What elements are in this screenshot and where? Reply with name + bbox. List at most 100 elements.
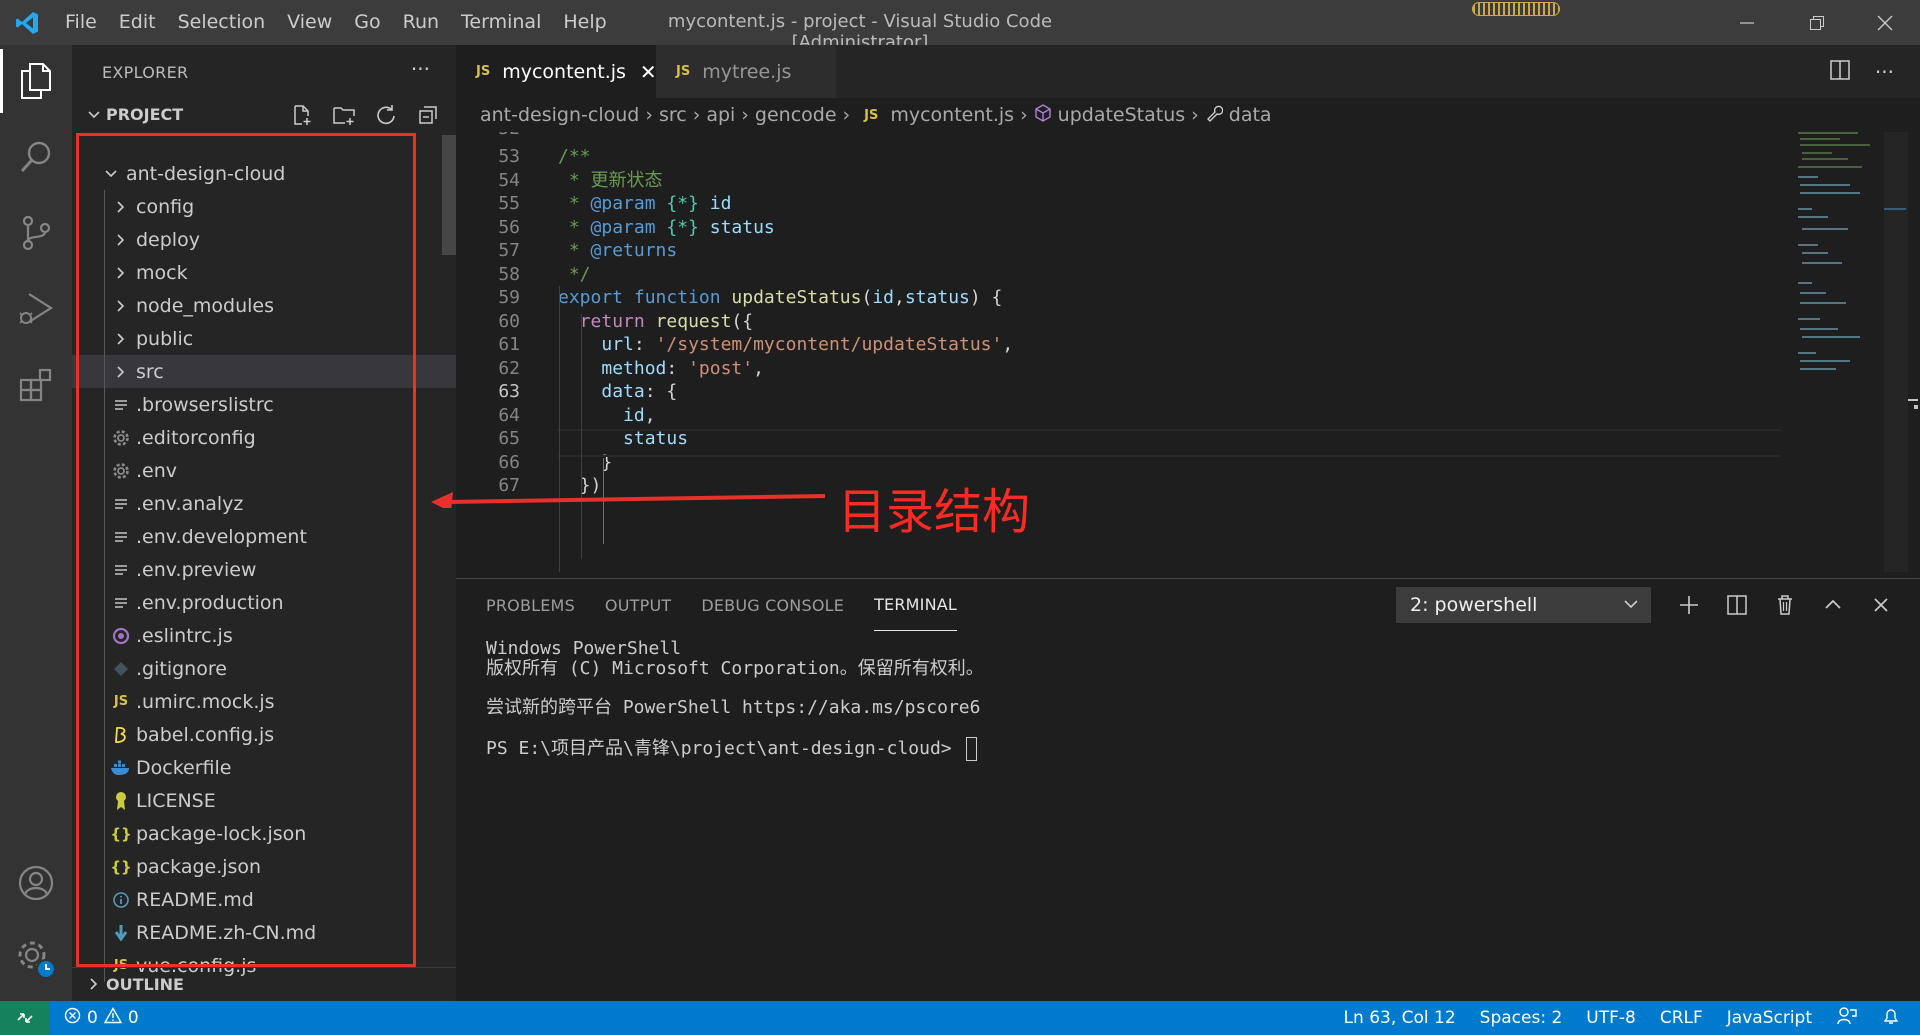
minimize-button[interactable] — [1712, 0, 1782, 45]
drag-grip-icon[interactable] — [1472, 2, 1560, 16]
split-terminal-icon[interactable] — [1724, 592, 1750, 618]
explorer-title: EXPLORER — [102, 63, 189, 82]
terminal-select[interactable]: 2: powershell — [1396, 587, 1651, 623]
outline-section-header[interactable]: OUTLINE — [72, 967, 456, 1000]
minimap[interactable] — [1788, 132, 1908, 578]
menu-item-go[interactable]: Go — [343, 0, 391, 45]
indentation[interactable]: Spaces: 2 — [1480, 1008, 1563, 1028]
tab-label: mytree.js — [702, 60, 792, 83]
menu-item-edit[interactable]: Edit — [108, 0, 167, 45]
new-file-icon[interactable] — [284, 100, 320, 130]
chevron-right-icon — [72, 977, 106, 991]
chevron-down-icon — [72, 108, 106, 122]
remote-indicator-icon[interactable] — [0, 1001, 50, 1035]
js-file-icon: JS — [864, 107, 879, 123]
search-icon[interactable] — [0, 121, 72, 193]
new-terminal-icon[interactable] — [1676, 592, 1702, 618]
project-section-label: PROJECT — [106, 105, 184, 124]
error-icon — [64, 1007, 81, 1029]
editor-actions: ··· — [1829, 45, 1920, 98]
notifications-bell-icon[interactable] — [1882, 1006, 1900, 1031]
close-window-button[interactable] — [1850, 0, 1920, 45]
terminal-line: Windows PowerShell — [486, 638, 682, 659]
outline-section-label: OUTLINE — [106, 974, 184, 994]
title-bar: File Edit Selection View Go Run Terminal Help m… — [0, 0, 1920, 53]
terminal-line: 尝试新的跨平台 PowerShell https://aka.ms/pscore… — [486, 696, 981, 718]
code-line: 52 — [456, 132, 1856, 144]
explorer-icon[interactable] — [0, 45, 72, 117]
annotation-label: 目录结构 — [838, 484, 1031, 540]
breadcrumb-item[interactable]: mycontent.js — [890, 104, 1014, 126]
problems-indicator[interactable]: 0 0 — [64, 1001, 139, 1035]
project-section-header[interactable]: PROJECT — [72, 98, 456, 131]
indent-guide — [581, 314, 582, 559]
new-folder-icon[interactable] — [326, 100, 362, 130]
close-panel-icon[interactable] — [1868, 592, 1894, 618]
explorer-toolbar — [284, 100, 446, 130]
tab-mycontent-js[interactable]: JS mycontent.js ✕ — [456, 45, 657, 98]
maximize-panel-chevron-up-icon[interactable] — [1820, 592, 1846, 618]
manage-gear-icon[interactable] — [0, 923, 72, 995]
terminal-cursor — [966, 736, 978, 761]
menu-item-view[interactable]: View — [276, 0, 343, 45]
current-line-highlight — [557, 429, 1781, 457]
menu-item-file[interactable]: File — [54, 0, 108, 45]
menu-item-selection[interactable]: Selection — [167, 0, 277, 45]
source-control-icon[interactable] — [0, 197, 72, 269]
extensions-icon[interactable] — [0, 349, 72, 421]
terminal-line: PS E:\项目产品\青锋\project\ant-design-cloud> — [486, 736, 984, 761]
cursor-position[interactable]: Ln 63, Col 12 — [1344, 1008, 1456, 1028]
breadcrumb-item[interactable]: gencode — [755, 104, 837, 126]
tab-mytree-js[interactable]: JS mytree.js — [656, 45, 836, 98]
tab-label: mycontent.js — [502, 60, 626, 83]
more-actions-button[interactable]: ··· — [411, 57, 430, 81]
kill-terminal-trash-icon[interactable] — [1772, 592, 1798, 618]
menu-item-terminal[interactable]: Terminal — [450, 0, 552, 45]
restore-button[interactable] — [1782, 0, 1852, 45]
annotation-arrow-icon — [431, 492, 826, 508]
sidebar-scrollbar[interactable] — [442, 135, 456, 255]
wrench-symbol-icon — [1205, 104, 1224, 127]
terminal-output[interactable]: Windows PowerShell 版权所有 (C) Microsoft Cor… — [486, 638, 984, 761]
run-debug-icon[interactable] — [0, 273, 72, 345]
indent-guide — [559, 286, 560, 572]
breadcrumb: ant-design-cloud › src › api › gencode › JS … — [456, 98, 1920, 132]
cube-symbol-icon — [1034, 103, 1052, 127]
js-file-icon: JS — [476, 64, 491, 79]
more-actions-icon[interactable]: ··· — [1875, 60, 1894, 84]
warning-icon — [103, 1007, 123, 1029]
vscode-logo-icon — [0, 0, 54, 45]
breadcrumb-item[interactable]: src — [659, 104, 687, 126]
code-editor[interactable]: 52 53/**54 * 更新状态55 * @param {*} id56 * … — [456, 132, 1920, 578]
breadcrumb-item[interactable]: updateStatus — [1058, 104, 1186, 126]
panel-tabs: PROBLEMS OUTPUT DEBUG CONSOLE TERMINAL — [486, 579, 958, 631]
tab-debug-console[interactable]: DEBUG CONSOLE — [701, 579, 844, 631]
feedback-icon[interactable] — [1836, 1006, 1858, 1031]
editor-tabs: JS mycontent.js ✕ JS mytree.js ··· — [456, 45, 1920, 98]
menu-item-run[interactable]: Run — [392, 0, 450, 45]
language-mode[interactable]: JavaScript — [1727, 1008, 1812, 1028]
annotation-box — [76, 133, 416, 967]
panel-toolbar — [1676, 587, 1894, 623]
status-right: Ln 63, Col 12 Spaces: 2 UTF-8 CRLF JavaS… — [1344, 1001, 1920, 1035]
encoding[interactable]: UTF-8 — [1586, 1008, 1636, 1028]
explorer-header: EXPLORER ··· — [72, 45, 456, 98]
tab-output[interactable]: OUTPUT — [605, 579, 671, 631]
breadcrumb-item[interactable]: api — [706, 104, 735, 126]
tab-terminal[interactable]: TERMINAL — [874, 579, 958, 631]
split-editor-icon[interactable] — [1829, 59, 1851, 85]
terminal-line: 版权所有 (C) Microsoft Corporation。保留所有权利。 — [486, 657, 984, 679]
chevron-down-icon — [1623, 595, 1639, 617]
close-tab-icon[interactable]: ✕ — [640, 60, 657, 84]
accounts-icon[interactable] — [0, 847, 72, 919]
end-of-line[interactable]: CRLF — [1660, 1008, 1703, 1028]
tab-problems[interactable]: PROBLEMS — [486, 579, 575, 631]
scroll-marker-icon — [1906, 397, 1920, 413]
breadcrumb-item[interactable]: data — [1229, 104, 1272, 126]
refresh-icon[interactable] — [368, 100, 404, 130]
collapse-all-icon[interactable] — [410, 100, 446, 130]
breadcrumb-item[interactable]: ant-design-cloud — [480, 104, 639, 126]
bottom-panel: PROBLEMS OUTPUT DEBUG CONSOLE TERMINAL 2… — [456, 578, 1920, 1001]
